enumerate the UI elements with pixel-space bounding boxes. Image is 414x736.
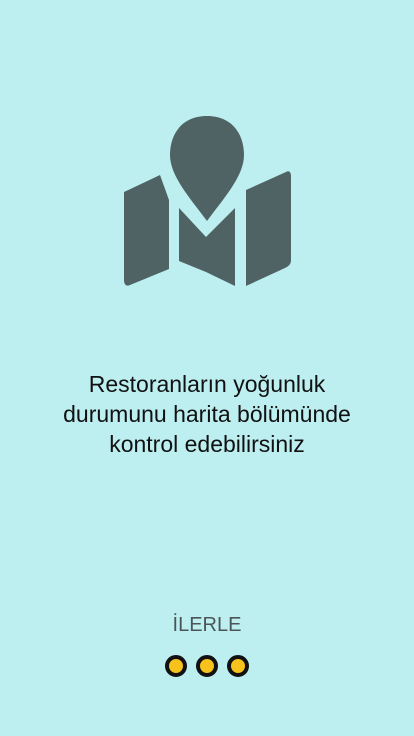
map-right-panel xyxy=(246,171,291,286)
page-indicator xyxy=(0,655,414,677)
onboarding-message: Restoranların yoğunluk durumunu harita b… xyxy=(63,371,351,457)
page-dot-2[interactable] xyxy=(196,655,218,677)
page-dot-1[interactable] xyxy=(165,655,187,677)
location-pin xyxy=(170,116,244,221)
map-left-panel xyxy=(124,175,169,286)
onboarding-screen: Restoranların yoğunluk durumunu harita b… xyxy=(0,0,414,736)
next-button[interactable]: İLERLE xyxy=(157,608,257,642)
page-dot-3[interactable] xyxy=(227,655,249,677)
map-pin-icon xyxy=(124,116,291,286)
